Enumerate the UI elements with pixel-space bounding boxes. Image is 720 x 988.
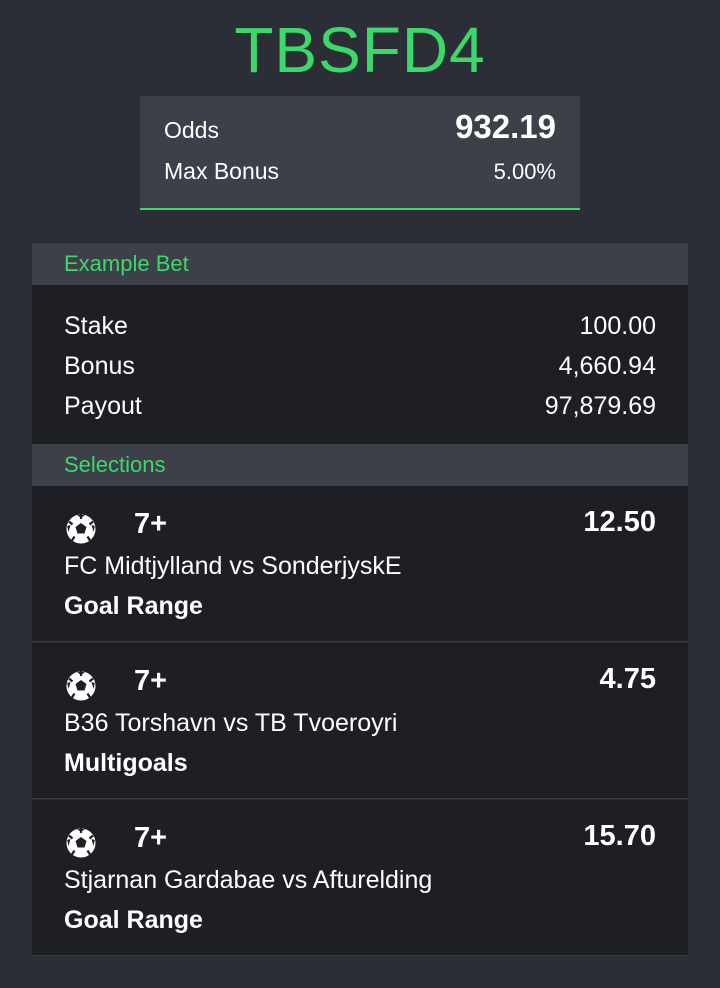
selection-item[interactable]: 7+ 4.75 B36 Torshavn vs TB Tvoeroyri Mul… — [32, 643, 688, 799]
stake-label: Stake — [64, 312, 128, 340]
odds-value: 932.19 — [455, 108, 556, 145]
selection-odds: 12.50 — [583, 506, 656, 538]
selection-odds: 4.75 — [599, 663, 656, 695]
soccer-ball-icon — [65, 670, 97, 702]
selection-pick: 7+ — [134, 822, 168, 854]
soccer-ball-icon — [65, 827, 97, 859]
soccer-ball-icon — [65, 513, 97, 545]
max-bonus-value: 5.00% — [493, 159, 556, 184]
odds-label: Odds — [164, 117, 219, 143]
max-bonus-label: Max Bonus — [164, 158, 280, 184]
selection-match: Stjarnan Gardabae vs Afturelding — [64, 866, 433, 894]
selections-header: Selections — [32, 444, 688, 486]
bonus-row: Bonus 4,660.94 — [64, 351, 656, 381]
selection-item[interactable]: 7+ 12.50 FC Midtjylland vs SonderjyskE G… — [32, 486, 688, 642]
odds-row: Odds 932.19 — [164, 108, 556, 146]
selection-match: FC Midtjylland vs SonderjyskE — [64, 552, 402, 580]
selection-pick: 7+ — [134, 508, 168, 540]
selection-market: Multigoals — [64, 749, 188, 777]
max-bonus-row: Max Bonus 5.00% — [164, 158, 556, 185]
example-bet-header: Example Bet — [32, 243, 688, 285]
odds-summary-box: Odds 932.19 Max Bonus 5.00% — [140, 96, 580, 210]
payout-label: Payout — [64, 392, 142, 420]
selection-match: B36 Torshavn vs TB Tvoeroyri — [64, 709, 398, 737]
selection-odds: 15.70 — [583, 820, 656, 852]
stake-row: Stake 100.00 — [64, 311, 656, 341]
selection-item[interactable]: 7+ 15.70 Stjarnan Gardabae vs Aftureldin… — [32, 800, 688, 956]
payout-row: Payout 97,879.69 — [64, 391, 656, 421]
selection-pick: 7+ — [134, 665, 168, 697]
payout-value: 97,879.69 — [544, 392, 656, 420]
bonus-value: 4,660.94 — [558, 352, 656, 380]
example-bet-panel: Stake 100.00 Bonus 4,660.94 Payout 97,87… — [32, 285, 688, 444]
selection-market: Goal Range — [64, 592, 203, 620]
bonus-label: Bonus — [64, 352, 135, 380]
selection-market: Goal Range — [64, 906, 203, 934]
stake-value: 100.00 — [579, 312, 656, 340]
booking-code-title: TBSFD4 — [234, 14, 486, 86]
